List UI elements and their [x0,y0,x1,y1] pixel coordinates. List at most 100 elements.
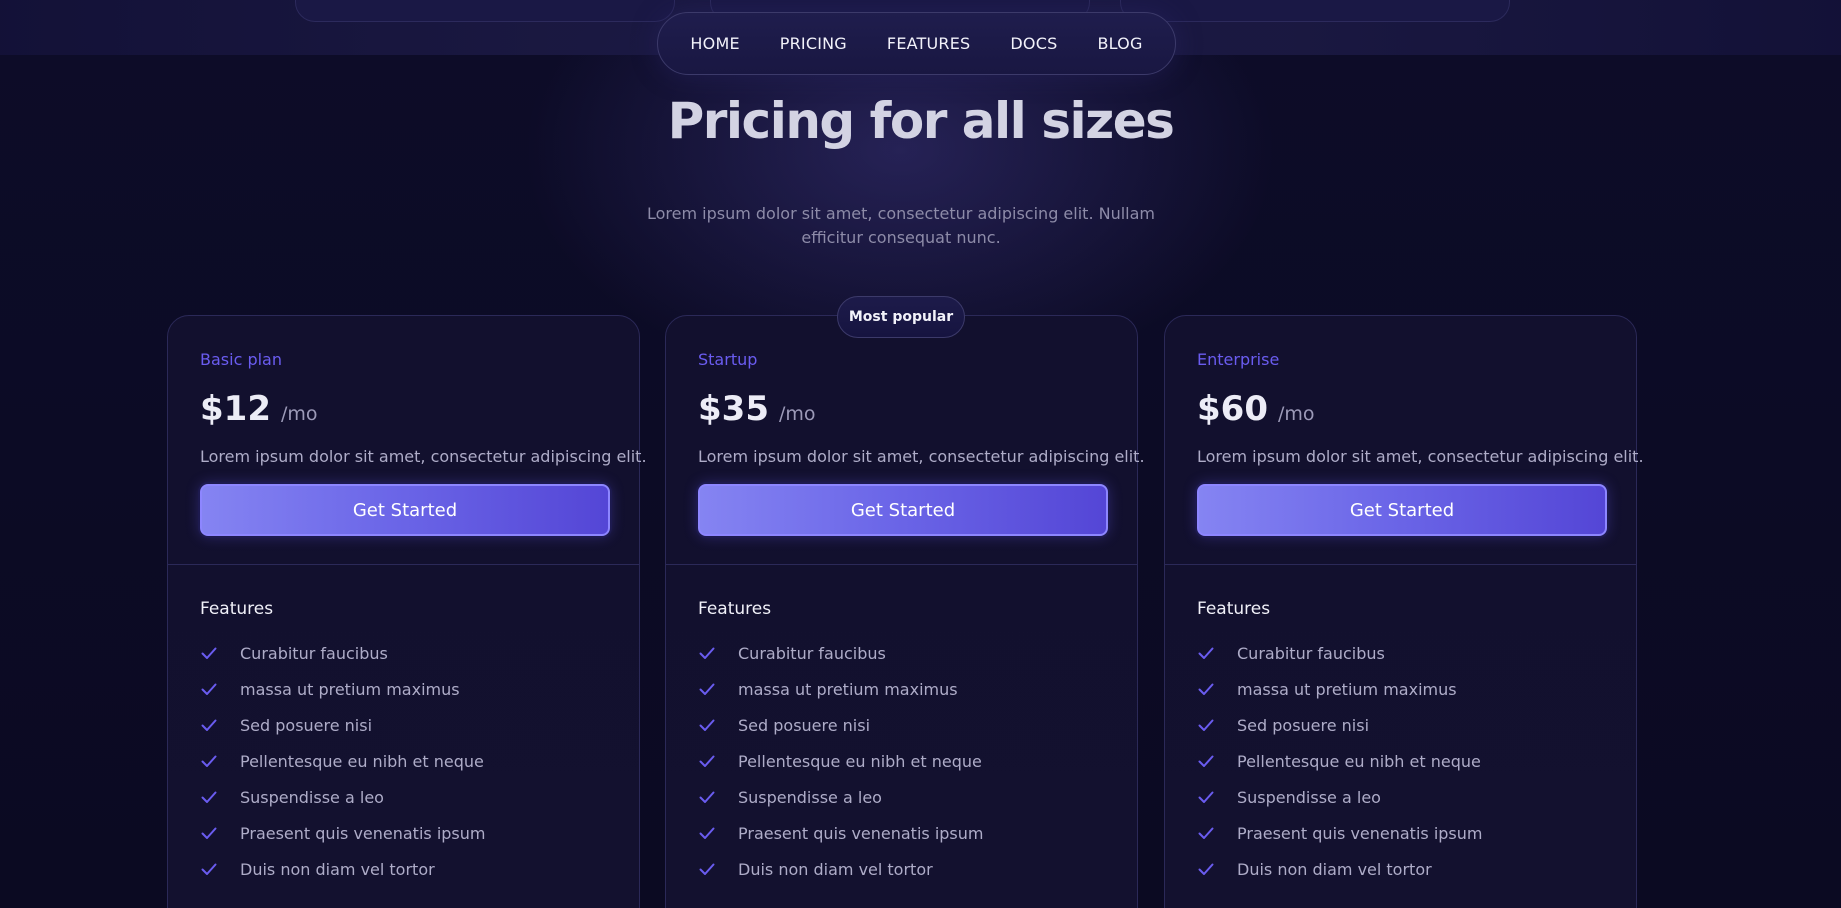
feature-item: Suspendisse a leo [200,779,607,815]
plan-price: $12 [200,389,271,429]
feature-item: Curabitur faucibus [698,635,1105,671]
check-icon [1198,863,1214,875]
feature-label: Duis non diam vel tortor [240,859,435,879]
check-icon [1198,755,1214,767]
check-icon [1198,683,1214,695]
check-icon [1198,791,1214,803]
feature-item: massa ut pretium maximus [698,671,1105,707]
card-features: Features Curabitur faucibus massa ut preti… [168,565,639,887]
feature-label: Praesent quis venenatis ipsum [1237,823,1483,843]
plan-name: Basic plan [200,350,282,369]
feature-item: Duis non diam vel tortor [698,851,1105,887]
get-started-button[interactable]: Get Started [200,484,610,536]
feature-item: Suspendisse a leo [698,779,1105,815]
feature-label: Pellentesque eu nibh et neque [1237,751,1481,771]
feature-label: Sed posuere nisi [738,715,871,735]
billing-period: /mo [280,403,318,425]
check-icon [699,791,715,803]
pricing-card-basic-plan: Basic plan $12/mo Lorem ipsum dolor sit am… [167,315,647,908]
feature-item: Suspendisse a leo [1197,779,1604,815]
card-header: Basic plan $12/mo Lorem ipsum dolor sit am… [168,316,647,565]
feature-item: Duis non diam vel tortor [1197,851,1604,887]
feature-item: Pellentesque eu nibh et neque [698,743,1105,779]
feature-item: Pellentesque eu nibh et neque [200,743,607,779]
plan-price: $60 [1197,389,1268,429]
check-icon [1198,647,1214,659]
feature-item: Sed posuere nisi [698,707,1105,743]
feature-item: massa ut pretium maximus [1197,671,1604,707]
nav-blog[interactable]: BLOG [1097,34,1142,53]
page-subtitle: Lorem ipsum dolor sit amet, consectetur … [646,204,1155,247]
feature-label: massa ut pretium maximus [1237,679,1457,699]
check-icon [201,791,217,803]
check-icon [201,863,217,875]
plan-description: Lorem ipsum dolor sit amet, consectetur … [200,447,647,466]
price-row: $12/mo [200,389,607,429]
feature-item: Pellentesque eu nibh et neque [1197,743,1604,779]
background-card [1120,0,1510,22]
feature-label: Suspendisse a leo [1237,787,1381,807]
plan-name: Enterprise [1197,350,1280,369]
card-features: Features Curabitur faucibus massa ut preti… [666,565,1137,887]
check-icon [201,827,217,839]
feature-item: Praesent quis venenatis ipsum [200,815,607,851]
plan-description: Lorem ipsum dolor sit amet, consectetur … [698,447,1145,466]
nav-home[interactable]: HOME [690,34,739,53]
check-icon [699,863,715,875]
background-card [295,0,675,22]
feature-item: Praesent quis venenatis ipsum [698,815,1105,851]
check-icon [699,647,715,659]
price-row: $35/mo [698,389,1105,429]
most-popular-badge: Most popular [837,296,965,338]
feature-label: Pellentesque eu nibh et neque [240,751,484,771]
billing-period: /mo [778,403,816,425]
feature-label: Duis non diam vel tortor [738,859,933,879]
pricing-page: HOME PRICING FEATURES DOCS BLOG Pricing … [0,0,1841,908]
pricing-card-enterprise: Enterprise $60/mo Lorem ipsum dolor sit am… [1164,315,1644,908]
feature-label: Suspendisse a leo [240,787,384,807]
features-heading: Features [200,599,274,619]
check-icon [699,719,715,731]
top-nav: HOME PRICING FEATURES DOCS BLOG [657,12,1176,75]
feature-label: Sed posuere nisi [240,715,373,735]
feature-item: Curabitur faucibus [1197,635,1604,671]
billing-period: /mo [1277,403,1315,425]
check-icon [699,755,715,767]
feature-label: Praesent quis venenatis ipsum [240,823,486,843]
feature-label: Sed posuere nisi [1237,715,1370,735]
check-icon [1198,827,1214,839]
page-title: Pricing for all sizes [667,92,1175,150]
get-started-button[interactable]: Get Started [698,484,1108,536]
feature-item: Curabitur faucibus [200,635,607,671]
nav-docs[interactable]: DOCS [1010,34,1057,53]
features-heading: Features [1197,599,1271,619]
check-icon [1198,719,1214,731]
feature-label: Curabitur faucibus [1237,643,1385,663]
feature-label: Suspendisse a leo [738,787,882,807]
card-features: Features Curabitur faucibus massa ut preti… [1165,565,1636,887]
feature-label: Praesent quis venenatis ipsum [738,823,984,843]
features-heading: Features [698,599,772,619]
feature-label: massa ut pretium maximus [240,679,460,699]
feature-label: Curabitur faucibus [240,643,388,663]
feature-item: massa ut pretium maximus [200,671,607,707]
feature-label: massa ut pretium maximus [738,679,958,699]
pricing-card-startup: Startup $35/mo Lorem ipsum dolor sit amet,… [665,315,1145,908]
check-icon [201,647,217,659]
plan-price: $35 [698,389,769,429]
nav-features[interactable]: FEATURES [887,34,970,53]
feature-label: Pellentesque eu nibh et neque [738,751,982,771]
card-header: Startup $35/mo Lorem ipsum dolor sit amet,… [666,316,1145,565]
plan-name: Startup [698,350,758,369]
check-icon [201,719,217,731]
feature-label: Curabitur faucibus [738,643,886,663]
price-row: $60/mo [1197,389,1604,429]
feature-item: Sed posuere nisi [200,707,607,743]
check-icon [699,683,715,695]
plan-description: Lorem ipsum dolor sit amet, consectetur … [1197,447,1644,466]
feature-item: Duis non diam vel tortor [200,851,607,887]
nav-pricing[interactable]: PRICING [780,34,847,53]
check-icon [201,683,217,695]
get-started-button[interactable]: Get Started [1197,484,1607,536]
check-icon [699,827,715,839]
